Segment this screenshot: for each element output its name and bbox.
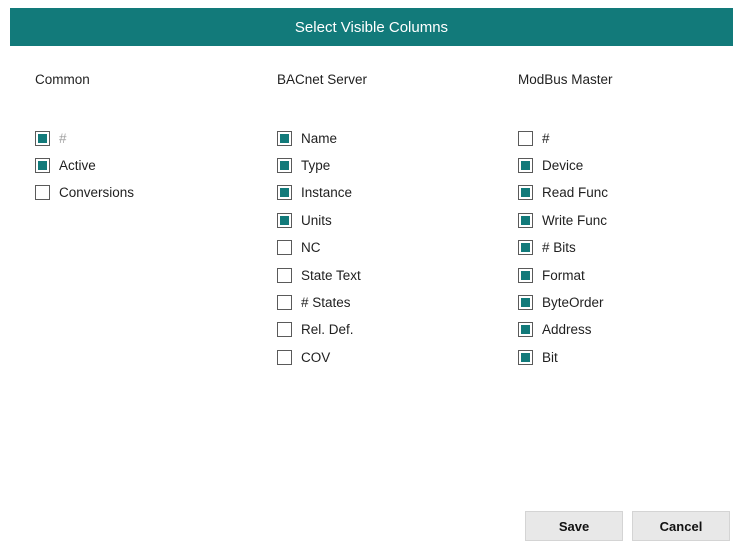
checkbox-label: Device: [542, 157, 584, 173]
checkbox-item[interactable]: #: [518, 129, 550, 147]
checkbox-item[interactable]: Instance: [277, 184, 352, 202]
checkbox-checked[interactable]: [277, 130, 292, 146]
checkbox-label: Bit: [542, 349, 558, 365]
checkbox-checked[interactable]: [518, 267, 533, 283]
checkbox-item[interactable]: Active: [35, 156, 96, 174]
checkbox-label: Rel. Def.: [301, 322, 354, 338]
checkbox-label: # Bits: [542, 240, 576, 256]
checkbox-checked[interactable]: [518, 212, 533, 228]
checkbox-item[interactable]: Read Func: [518, 184, 608, 202]
dialog-title-bar: Select Visible Columns: [10, 8, 733, 46]
checkbox-label: Type: [301, 157, 331, 173]
checkbox-checked[interactable]: [277, 157, 292, 173]
checkbox-label: Read Func: [542, 185, 609, 201]
column-group-header: Common: [35, 72, 90, 87]
checkbox-item[interactable]: State Text: [277, 266, 361, 284]
checkbox-item[interactable]: # Bits: [518, 239, 576, 257]
checkbox-label: #: [542, 130, 550, 146]
checkbox-checked[interactable]: [35, 157, 50, 173]
checkbox-checked[interactable]: [277, 185, 292, 201]
checkbox-item[interactable]: Rel. Def.: [277, 321, 354, 339]
checkbox-item[interactable]: Write Func: [518, 211, 607, 229]
dialog-title: Select Visible Columns: [294, 18, 449, 36]
checkbox-item[interactable]: Type: [277, 156, 330, 174]
checkbox-label: NC: [301, 240, 321, 256]
checkbox-checked[interactable]: [277, 212, 292, 228]
checkbox-unchecked[interactable]: [277, 322, 292, 338]
checkbox-item[interactable]: Address: [518, 321, 592, 339]
column-group-header: ModBus Master: [518, 72, 613, 87]
checkbox-label: State Text: [301, 267, 361, 283]
checkbox-unchecked[interactable]: [277, 349, 292, 365]
checkbox-unchecked[interactable]: [518, 130, 533, 146]
checkbox-label: Format: [542, 267, 585, 283]
checkbox-label: ByteOrder: [542, 294, 604, 310]
checkbox-label: Active: [59, 157, 96, 173]
cancel-button[interactable]: Cancel: [632, 511, 730, 541]
checkbox-item[interactable]: NC: [277, 239, 321, 257]
checkbox-item[interactable]: Units: [277, 211, 332, 229]
checkbox-checked[interactable]: [35, 130, 50, 146]
save-button[interactable]: Save: [525, 511, 623, 541]
checkbox-label: Write Func: [542, 212, 608, 228]
checkbox-item[interactable]: #: [35, 129, 67, 147]
checkbox-item[interactable]: ByteOrder: [518, 293, 604, 311]
checkbox-checked[interactable]: [518, 240, 533, 256]
checkbox-label: Address: [542, 322, 592, 338]
checkbox-item[interactable]: # States: [277, 293, 351, 311]
checkbox-unchecked[interactable]: [35, 185, 50, 201]
checkbox-item[interactable]: COV: [277, 348, 330, 366]
checkbox-checked[interactable]: [518, 349, 533, 365]
checkbox-item[interactable]: Name: [277, 129, 337, 147]
checkbox-item[interactable]: Bit: [518, 348, 558, 366]
checkbox-checked[interactable]: [518, 294, 533, 310]
checkbox-label: COV: [301, 349, 331, 365]
checkbox-item[interactable]: Format: [518, 266, 585, 284]
checkbox-item[interactable]: Conversions: [35, 184, 134, 202]
checkbox-label: Units: [301, 212, 332, 228]
checkbox-checked[interactable]: [518, 157, 533, 173]
checkbox-item[interactable]: Device: [518, 156, 583, 174]
checkbox-unchecked[interactable]: [277, 267, 292, 283]
checkbox-unchecked[interactable]: [277, 240, 292, 256]
checkbox-label: Conversions: [59, 185, 135, 201]
checkbox-unchecked[interactable]: [277, 294, 292, 310]
checkbox-label: Name: [301, 130, 338, 146]
column-group-header: BACnet Server: [277, 72, 368, 87]
checkbox-checked[interactable]: [518, 185, 533, 201]
checkbox-label: # States: [301, 294, 351, 310]
checkbox-label: Instance: [301, 185, 353, 201]
checkbox-checked[interactable]: [518, 322, 533, 338]
checkbox-label: #: [59, 130, 67, 146]
